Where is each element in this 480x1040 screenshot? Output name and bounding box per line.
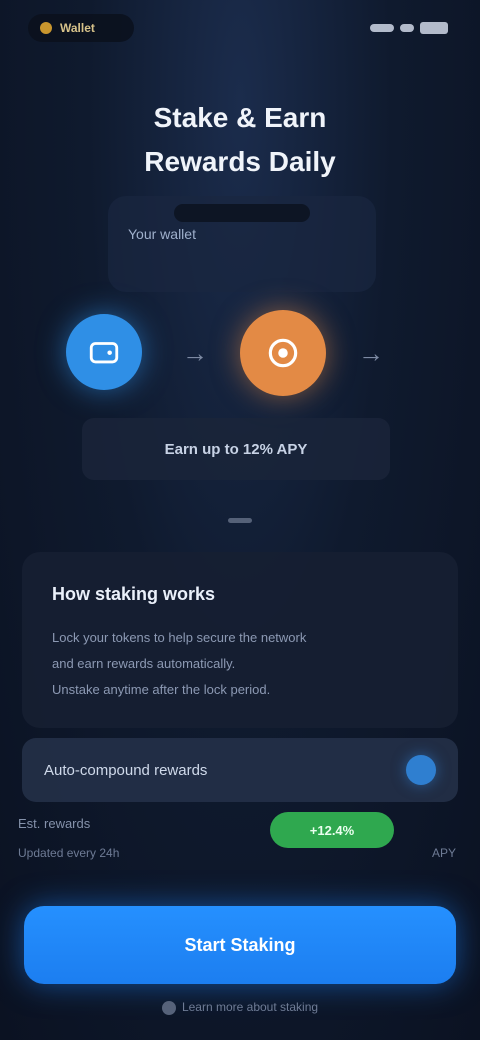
device-label: Your wallet xyxy=(128,226,196,242)
info-icon xyxy=(161,1000,176,1015)
signal-icon xyxy=(370,24,394,32)
hero-title-line2: Rewards Daily xyxy=(144,146,336,177)
staking-flow: → → xyxy=(0,310,480,400)
brand-logo-icon xyxy=(40,22,52,34)
auto-compound-option[interactable]: Auto-compound rewards xyxy=(22,738,458,802)
coin-icon xyxy=(240,310,326,396)
wifi-icon xyxy=(400,24,414,32)
info-card: How staking works Lock your tokens to he… xyxy=(22,552,458,728)
reward-result-text: Earn up to 12% APY xyxy=(164,440,308,458)
apy-label: APY xyxy=(431,846,456,860)
battery-icon xyxy=(420,22,448,34)
option-label: Auto-compound rewards xyxy=(44,761,208,779)
learn-more-link[interactable]: Learn more about staking xyxy=(0,1000,480,1015)
device-notch xyxy=(174,204,310,222)
info-card-line: Lock your tokens to help secure the netw… xyxy=(52,630,307,645)
arrow-right-icon: → xyxy=(358,338,384,368)
pager-indicator xyxy=(0,510,480,528)
est-rewards-label: Est. rewards xyxy=(18,816,91,831)
apy-badge: +12.4% xyxy=(270,812,394,848)
brand-name: Wallet xyxy=(60,21,95,35)
start-staking-button[interactable]: Start Staking xyxy=(24,906,456,984)
reward-result-box: Earn up to 12% APY xyxy=(82,418,390,480)
pager-dot xyxy=(228,518,252,523)
est-rewards-sub: Updated every 24h xyxy=(18,846,120,860)
stats-row: Est. rewards Updated every 24h +12.4% AP… xyxy=(18,812,462,872)
hero-title-line1: Stake & Earn xyxy=(153,102,327,133)
info-card-title: How staking works xyxy=(52,584,216,604)
device-card: Your wallet xyxy=(108,196,376,292)
info-card-line: and earn rewards automatically. xyxy=(52,656,236,671)
system-status-icons xyxy=(358,18,448,38)
info-card-line: Unstake anytime after the lock period. xyxy=(52,682,271,697)
arrow-right-icon: → xyxy=(182,338,208,368)
hero-title: Stake & Earn Rewards Daily xyxy=(0,96,480,184)
learn-more-text: Learn more about staking xyxy=(181,1000,319,1014)
status-bar: Wallet xyxy=(0,0,480,56)
toggle-radio[interactable] xyxy=(406,755,436,785)
wallet-icon xyxy=(66,314,142,390)
brand-chip[interactable]: Wallet xyxy=(28,14,134,42)
